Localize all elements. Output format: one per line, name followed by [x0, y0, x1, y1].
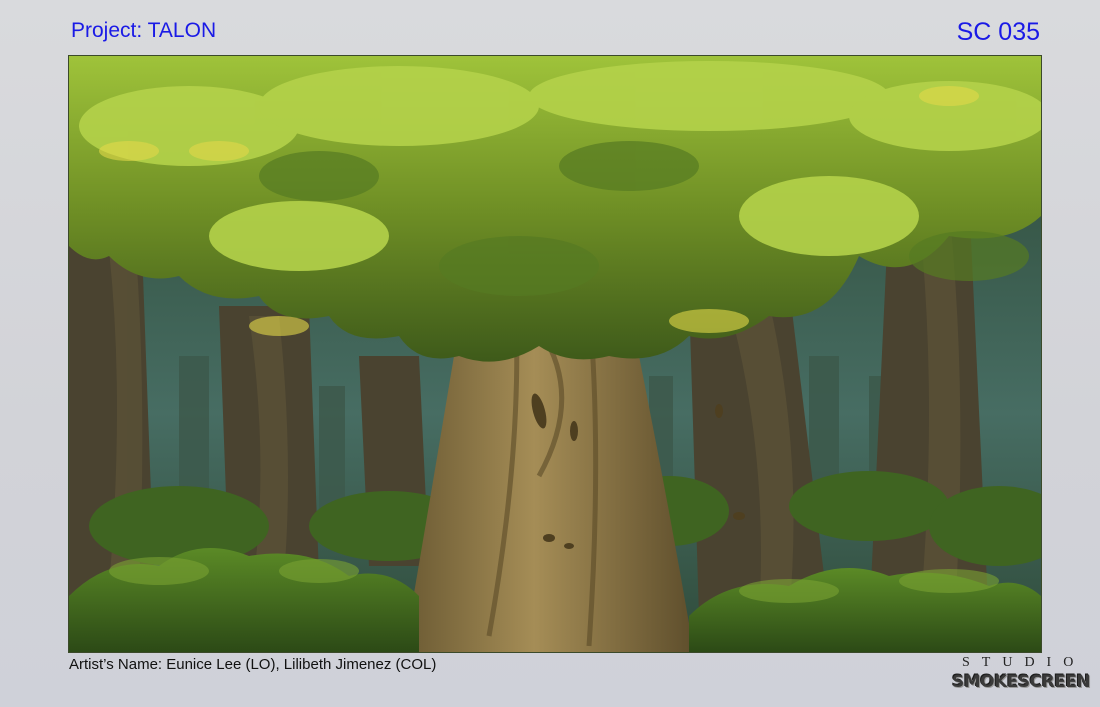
scene-number: SC 035: [956, 18, 1040, 46]
studio-logo: STUDIO SMOKESCREEN: [952, 655, 1091, 699]
background-painting: [68, 55, 1042, 653]
forest-illustration: [69, 56, 1041, 652]
studio-logo-top: STUDIO: [962, 655, 1086, 670]
project-title: Project: TALON: [71, 19, 217, 42]
studio-logo-name: SMOKESCREEN: [952, 672, 1091, 692]
artist-credits: Artist’s Name: Eunice Lee (LO), Lilibeth…: [69, 656, 437, 673]
